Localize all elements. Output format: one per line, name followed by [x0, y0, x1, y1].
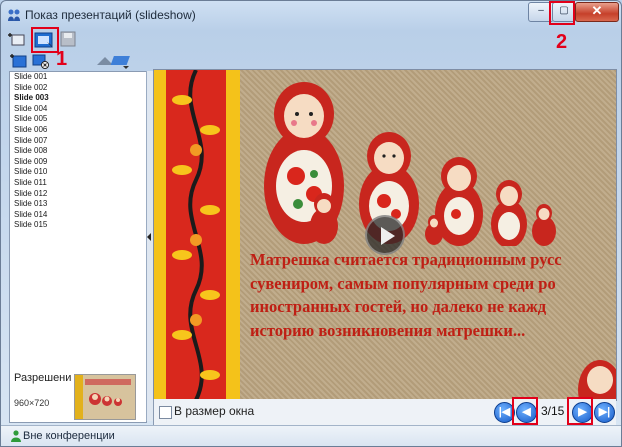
fit-to-window-label: В размер окна: [174, 404, 255, 418]
matryoshka-dolls-image: [264, 82, 556, 246]
annotation-box-prev: [512, 397, 538, 425]
thumbnail-image: [75, 375, 135, 419]
slide-list-item[interactable]: Slide 008: [10, 146, 146, 157]
slide-text-line: историю возникновения матрешки...: [250, 320, 526, 340]
slide-text-line: Матрешка считается традиционным русс: [250, 250, 562, 269]
slide-list: Slide 001 Slide 002 Slide 003 Slide 004 Slid…: [10, 72, 146, 372]
conference-status: Вне конференции: [23, 430, 115, 442]
collapse-arrow-icon[interactable]: [147, 233, 151, 241]
fit-to-window-checkbox[interactable]: [159, 406, 172, 419]
window-title: Показ презентаций (slideshow): [25, 8, 196, 22]
khokhloma-ornament: [154, 70, 240, 400]
close-button[interactable]: ✕: [575, 2, 619, 22]
slide-viewport[interactable]: Матрешка считается традиционным русс сув…: [153, 69, 617, 401]
ornament-pattern: [172, 70, 220, 400]
slide-list-item[interactable]: Slide 011: [10, 178, 146, 189]
annotation-number-1: 1: [56, 48, 68, 70]
annotation-box-2: [549, 1, 575, 25]
slide-text-line: иностранных гостей, но далеко не кажд: [250, 297, 547, 316]
slide-list-item[interactable]: Slide 010: [10, 167, 146, 178]
slide-controls-bar: В размер окна |◀ ◀ 3/15 ▶ ▶|: [153, 399, 616, 425]
slide-list-item[interactable]: Slide 012: [10, 189, 146, 200]
slide-list-item[interactable]: Slide 004: [10, 104, 146, 115]
save-icon[interactable]: [59, 31, 77, 47]
last-icon: ▶|: [598, 406, 611, 418]
app-icon: [8, 9, 20, 21]
slide-list-panel: Slide 001 Slide 002 Slide 003 Slide 004 Slid…: [9, 71, 147, 423]
slide-list-item[interactable]: Slide 007: [10, 136, 146, 147]
resolution-label: Разрешени: [14, 372, 72, 384]
slide-list-item[interactable]: Slide 009: [10, 157, 146, 168]
annotation-box-1: [31, 27, 59, 53]
user-icon: [11, 430, 21, 442]
slide-thumbnail[interactable]: [74, 374, 136, 420]
page-counter: 3/15: [541, 404, 565, 418]
resolution-value: 960×720: [14, 398, 50, 408]
corner-doll-image: [578, 360, 616, 400]
slide-text: Матрешка считается традиционным русс сув…: [250, 248, 616, 342]
slide-list-item[interactable]: Slide 003: [10, 93, 146, 104]
slide-list-item[interactable]: Slide 006: [10, 125, 146, 136]
slide-list-item[interactable]: Slide 005: [10, 114, 146, 125]
annotation-box-next: [567, 397, 593, 425]
remove-slide-icon[interactable]: [31, 53, 49, 69]
slide-list-item[interactable]: Slide 001: [10, 72, 146, 83]
last-slide-button[interactable]: ▶|: [594, 402, 615, 423]
status-bar: Вне конференции: [1, 425, 621, 446]
add-icon[interactable]: [7, 31, 25, 47]
slide-text-line: сувениром, самым популярным среди ро: [250, 273, 556, 293]
slideshow-window: Показ презентаций (slideshow) ‒ ▢ ✕ 2 1: [0, 0, 622, 447]
panel-splitter[interactable]: [146, 71, 153, 421]
slide-list-item[interactable]: Slide 002: [10, 83, 146, 94]
slide-list-item[interactable]: Slide 014: [10, 210, 146, 221]
slide-list-item[interactable]: Slide 013: [10, 199, 146, 210]
annotation-number-2: 2: [556, 31, 568, 53]
new-slide-icon[interactable]: [9, 53, 27, 69]
slide-list-item[interactable]: Slide 015: [10, 220, 146, 231]
upload-icon[interactable]: [95, 53, 137, 69]
title-bar[interactable]: Показ презентаций (slideshow) ‒ ▢ ✕: [1, 1, 621, 29]
